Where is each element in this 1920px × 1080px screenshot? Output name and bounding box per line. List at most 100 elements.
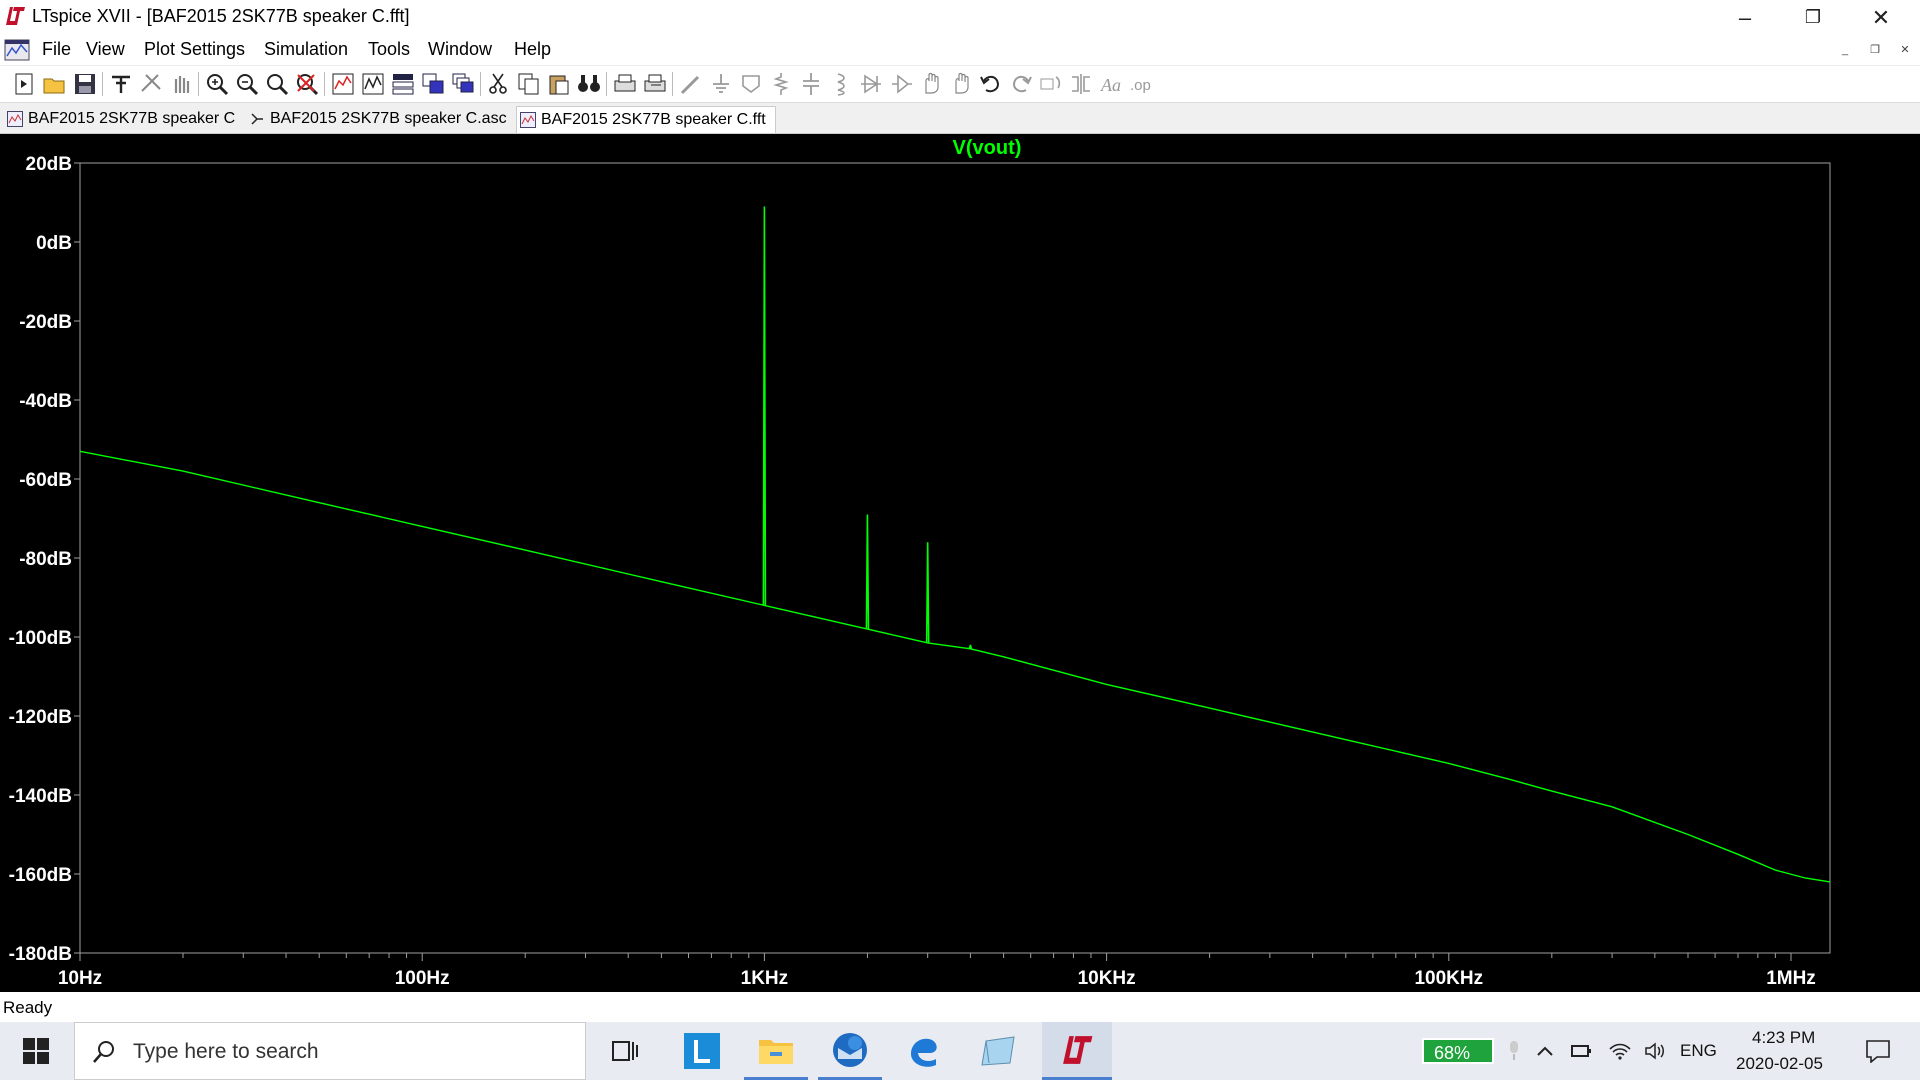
mirror-button[interactable]: [1068, 71, 1094, 97]
open-button[interactable]: [42, 71, 68, 97]
control-panel-button[interactable]: [108, 71, 134, 97]
tab-label: BAF2015 2SK77B speaker C.fft: [541, 111, 766, 128]
cascade-button[interactable]: [450, 71, 476, 97]
waveform-window-icon[interactable]: [4, 38, 30, 62]
taskbar-thunderbird[interactable]: [818, 1022, 882, 1080]
drag-button[interactable]: [948, 71, 974, 97]
spice-directive-icon: .op: [1130, 77, 1151, 94]
fft-chart[interactable]: V(vout) 20dB 0dB -20dB -40dB -60dB -80dB -100dB…: [0, 134, 1920, 992]
wifi-icon[interactable]: [1604, 1022, 1636, 1080]
print-button[interactable]: [612, 71, 638, 97]
toolbar-separator: [102, 72, 103, 96]
y-tick-label: -60dB: [19, 470, 72, 491]
redo-button[interactable]: [1008, 71, 1034, 97]
menu-window[interactable]: Window: [428, 39, 492, 60]
x-tick-label: 1KHz: [741, 968, 789, 989]
y-tick-label: 0dB: [36, 233, 72, 254]
undo-button[interactable]: [978, 71, 1004, 97]
y-tick-label: -120dB: [9, 707, 72, 728]
mdi-minimize-button[interactable]: _: [1834, 40, 1856, 60]
tile-vertical-icon: [422, 73, 444, 94]
inductor-button[interactable]: [828, 71, 854, 97]
mdi-restore-button[interactable]: ❐: [1864, 40, 1886, 60]
spice-directive-button[interactable]: .op: [1128, 71, 1154, 97]
copy-button[interactable]: [516, 71, 542, 97]
menu-view[interactable]: View: [86, 39, 125, 60]
action-center-button[interactable]: [1852, 1022, 1904, 1080]
autorange-button[interactable]: [330, 71, 356, 97]
tab-schematic[interactable]: BAF2015 2SK77B speaker C.asc: [246, 106, 514, 132]
menu-plot-settings[interactable]: Plot Settings: [144, 39, 245, 60]
start-button[interactable]: [0, 1022, 72, 1080]
taskbar-l-app[interactable]: [670, 1022, 734, 1080]
ground-button[interactable]: [708, 71, 734, 97]
capacitor-icon: [803, 73, 819, 95]
minimize-button[interactable]: –: [1716, 0, 1774, 35]
manual-limits-button[interactable]: [360, 71, 386, 97]
new-schematic-button[interactable]: [12, 71, 38, 97]
tab-waveform[interactable]: BAF2015 2SK77B speaker C: [4, 106, 244, 132]
volume-icon[interactable]: [1640, 1022, 1672, 1080]
diode-button[interactable]: [858, 71, 884, 97]
save-button[interactable]: [72, 71, 98, 97]
ltspice-taskbar-icon: [1063, 1035, 1093, 1064]
search-box[interactable]: Type here to search: [74, 1022, 586, 1080]
task-view-button[interactable]: [596, 1022, 654, 1080]
tab-fft[interactable]: BAF2015 2SK77B speaker C.fft: [516, 106, 776, 133]
x-tick-label: 1MHz: [1766, 968, 1816, 989]
tray-mic-icon[interactable]: [1500, 1022, 1528, 1080]
tile-horizontal-button[interactable]: [390, 71, 416, 97]
find-button[interactable]: [576, 71, 602, 97]
taskbar-notepad[interactable]: [966, 1022, 1030, 1080]
toolbar-separator: [480, 72, 481, 96]
power-plug-icon[interactable]: [1566, 1022, 1598, 1080]
paste-button[interactable]: [546, 71, 572, 97]
restore-button[interactable]: ❐: [1784, 0, 1842, 35]
wire-button[interactable]: [678, 71, 704, 97]
battery-indicator[interactable]: 68%: [1422, 1038, 1494, 1064]
taskbar-ltspice[interactable]: [1042, 1022, 1112, 1080]
zoom-cancel-button[interactable]: [294, 71, 320, 97]
capacitor-button[interactable]: [798, 71, 824, 97]
text-button[interactable]: Aa: [1098, 71, 1124, 97]
autorange-icon: [332, 73, 354, 95]
taskbar-file-explorer[interactable]: [744, 1022, 808, 1080]
zoom-out-button[interactable]: [234, 71, 260, 97]
resistor-button[interactable]: [768, 71, 794, 97]
l-app-icon: [684, 1033, 720, 1069]
move-button[interactable]: [918, 71, 944, 97]
mdi-close-button[interactable]: ✕: [1894, 40, 1916, 60]
halt-button[interactable]: [168, 71, 194, 97]
inductor-icon: [837, 73, 845, 96]
menu-tools[interactable]: Tools: [368, 39, 410, 60]
show-hidden-icons-chevron-icon[interactable]: [1530, 1022, 1560, 1080]
menu-file[interactable]: File: [42, 39, 71, 60]
run-button[interactable]: [138, 71, 164, 97]
ground-icon: [713, 74, 729, 93]
harmonic-peak: [865, 514, 870, 630]
waveform-plot-pane[interactable]: V(vout) 20dB 0dB -20dB -40dB -60dB -80dB -100dB…: [0, 134, 1920, 992]
close-button[interactable]: ✕: [1852, 0, 1910, 35]
cut-button[interactable]: [486, 71, 512, 97]
print-preview-icon: [644, 74, 666, 92]
menu-simulation[interactable]: Simulation: [264, 39, 348, 60]
rotate-button[interactable]: [1038, 71, 1064, 97]
zoom-fit-button[interactable]: [264, 71, 290, 97]
clock-time[interactable]: 4:23 PM: [1752, 1028, 1815, 1048]
clock-date[interactable]: 2020-02-05: [1736, 1054, 1823, 1074]
taskbar-edge[interactable]: [892, 1022, 956, 1080]
print-preview-button[interactable]: [642, 71, 668, 97]
zoom-in-button[interactable]: [204, 71, 230, 97]
tile-vertical-button[interactable]: [420, 71, 446, 97]
y-tick-label: 20dB: [26, 154, 72, 175]
y-tick-label: -100dB: [9, 628, 72, 649]
file-explorer-icon: [759, 1039, 793, 1064]
language-indicator[interactable]: ENG: [1680, 1041, 1717, 1061]
component-button[interactable]: [888, 71, 914, 97]
zoom-out-icon: [237, 74, 259, 96]
waveform-icon: [7, 111, 23, 127]
label-button[interactable]: [738, 71, 764, 97]
drag-icon: [955, 72, 969, 94]
menu-help[interactable]: Help: [514, 39, 551, 60]
wire-icon: [680, 75, 700, 95]
